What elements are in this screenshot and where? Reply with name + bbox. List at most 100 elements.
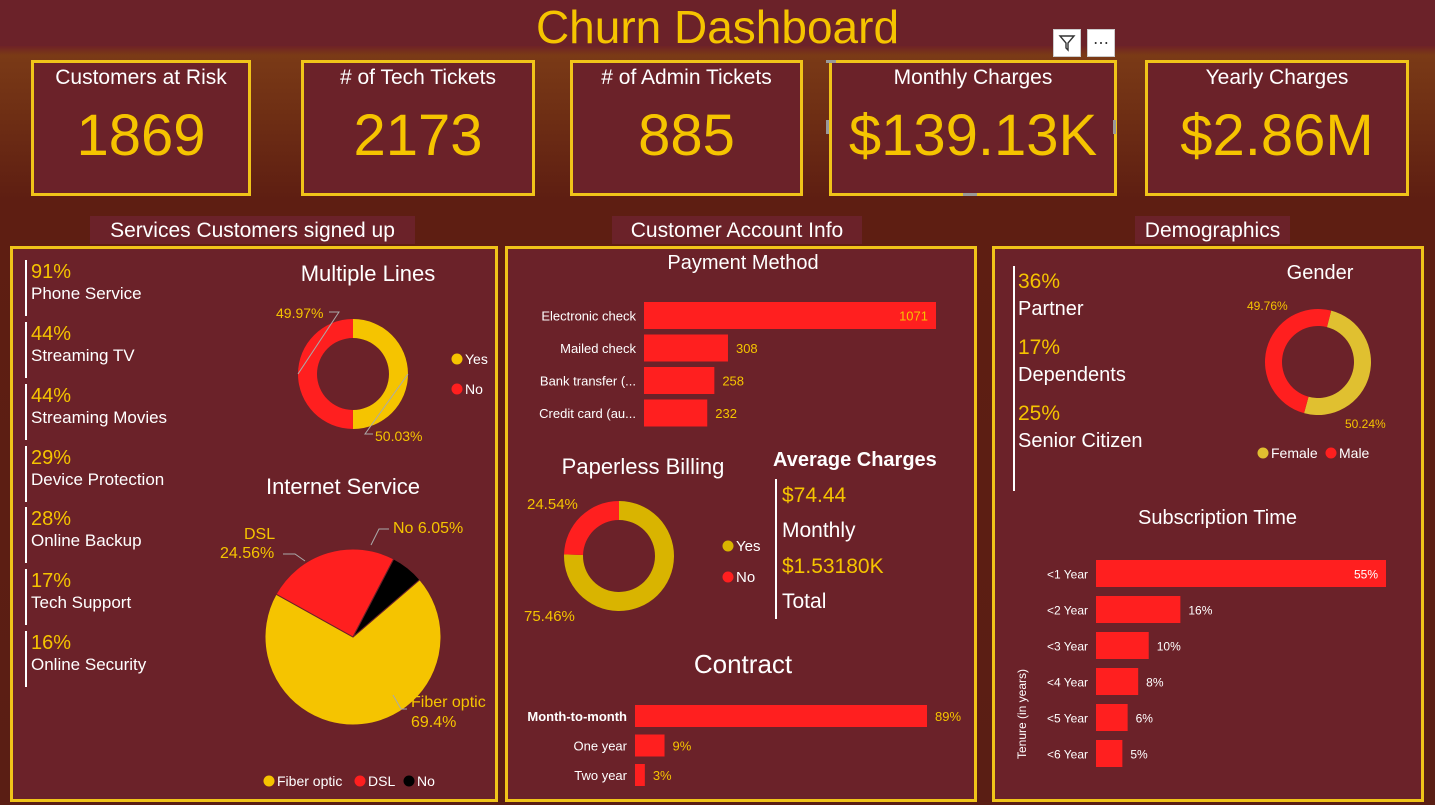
- leader-line: [283, 553, 306, 562]
- data-label: No 6.05%: [393, 520, 463, 537]
- avg-total-label: Total: [782, 590, 827, 613]
- filter-icon[interactable]: [1053, 29, 1081, 57]
- data-label: 3%: [653, 768, 672, 783]
- more-options-icon[interactable]: ⋯: [1087, 29, 1115, 57]
- kpi-label: # of Admin Tickets: [601, 66, 772, 89]
- bar: [635, 764, 645, 786]
- category-label: <2 Year: [1047, 604, 1088, 618]
- average-charges-title: Average Charges: [773, 449, 937, 471]
- bar: [1096, 704, 1128, 731]
- data-label: 1071: [899, 309, 928, 324]
- category-label: <6 Year: [1047, 748, 1088, 762]
- legend-label: Yes: [465, 351, 488, 367]
- gender-chart: 50.24% 49.76% Female Male: [1247, 299, 1386, 461]
- category-label: Bank transfer (...: [540, 374, 636, 389]
- category-label: Two year: [574, 768, 627, 783]
- divider: [775, 479, 777, 619]
- category-label: <1 Year: [1047, 568, 1088, 582]
- chart-title: Gender: [1286, 262, 1354, 284]
- kpi-yearly-charges[interactable]: Yearly Charges $2.86M: [1145, 60, 1409, 196]
- chart-title: Multiple Lines: [300, 261, 436, 286]
- donut-slice: [297, 319, 353, 429]
- data-label: 8%: [1146, 676, 1164, 690]
- service-item: 16% Online Security: [25, 631, 205, 687]
- service-pct: 44%: [31, 323, 72, 345]
- category-label: <5 Year: [1047, 712, 1088, 726]
- legend-marker: [1325, 447, 1337, 459]
- data-label: 89%: [935, 709, 961, 724]
- panel-account: Payment Method Electronic check 1071 Maile…: [505, 246, 977, 802]
- service-pct: 44%: [31, 385, 72, 407]
- demographic-item: 25% Senior Citizen: [1018, 401, 1198, 455]
- bar: [644, 302, 936, 329]
- legend-label: Male: [1339, 445, 1370, 461]
- demographic-name: Senior Citizen: [1018, 430, 1143, 452]
- demographic-pct: 17%: [1018, 336, 1061, 359]
- resize-handle[interactable]: [826, 60, 836, 63]
- avg-total-value: $1.53180K: [782, 555, 884, 578]
- data-label: 50.24%: [1345, 417, 1386, 431]
- data-label: 232: [715, 406, 737, 421]
- axis-title: Tenure (in years): [1015, 669, 1029, 759]
- donut-slice: [1304, 310, 1371, 415]
- kpi-tech-tickets[interactable]: # of Tech Tickets 2173: [301, 60, 535, 196]
- service-name: Online Backup: [31, 531, 142, 550]
- category-label: Month-to-month: [527, 709, 627, 724]
- data-label: 24.54%: [527, 496, 578, 513]
- panel-services: 91% Phone Service 44% Streaming TV 44% S…: [10, 246, 498, 802]
- kpi-customers-at-risk[interactable]: Customers at Risk 1869: [31, 60, 251, 196]
- resize-handle[interactable]: [963, 193, 977, 196]
- contract-chart: Month-to-month 89% One year 9% Two year 3%: [527, 705, 961, 786]
- data-label: 16%: [1188, 604, 1212, 618]
- kpi-label: # of Tech Tickets: [339, 66, 497, 89]
- kpi-value: 1869: [76, 103, 206, 168]
- service-name: Phone Service: [31, 284, 142, 303]
- demographic-item: 17% Dependents: [1018, 335, 1198, 389]
- paperless-billing-chart: 75.46% 24.54% Yes No: [524, 496, 760, 625]
- legend-label: No: [465, 381, 483, 397]
- kpi-value: 2173: [353, 103, 483, 168]
- section-title-services: Services Customers signed up: [90, 216, 415, 244]
- bar: [1096, 740, 1123, 767]
- demographic-item: 36% Partner: [1018, 269, 1198, 323]
- data-label: 49.97%: [276, 305, 323, 321]
- service-item: 91% Phone Service: [25, 260, 205, 316]
- service-name: Streaming TV: [31, 346, 135, 365]
- service-item: 44% Streaming TV: [25, 322, 205, 378]
- data-label: 5%: [1130, 748, 1148, 762]
- chart-title: Subscription Time: [1138, 507, 1297, 529]
- demographic-name: Partner: [1018, 298, 1084, 320]
- service-name: Device Protection: [31, 470, 165, 489]
- service-pct: 29%: [31, 447, 72, 469]
- data-label: 75.46%: [524, 608, 575, 625]
- resize-handle[interactable]: [826, 120, 829, 134]
- section-title-demographics: Demographics: [1135, 216, 1290, 244]
- demographic-pct: 25%: [1018, 402, 1061, 425]
- avg-monthly-value: $74.44: [782, 484, 847, 507]
- section-title-account: Customer Account Info: [612, 216, 862, 244]
- resize-handle[interactable]: [1113, 120, 1116, 134]
- data-label: 10%: [1157, 640, 1181, 654]
- bar: [1096, 596, 1181, 623]
- data-label: 50.03%: [375, 428, 422, 444]
- category-label: Mailed check: [560, 341, 636, 356]
- page-title: Churn Dashboard: [535, 1, 900, 53]
- kpi-monthly-charges[interactable]: Monthly Charges $139.13K: [829, 60, 1117, 196]
- category-label: One year: [574, 739, 628, 754]
- legend-marker: [451, 353, 463, 365]
- chart-title: Payment Method: [667, 252, 819, 274]
- service-name: Streaming Movies: [31, 408, 168, 427]
- kpi-value: 885: [638, 103, 735, 168]
- category-label: Electronic check: [541, 309, 636, 324]
- chart-title: Contract: [693, 649, 793, 679]
- legend-label: No: [736, 569, 755, 586]
- kpi-admin-tickets[interactable]: # of Admin Tickets 885: [570, 60, 803, 196]
- category-label: <4 Year: [1047, 676, 1088, 690]
- data-label: 24.56%: [220, 545, 274, 562]
- data-label: Fiber optic: [411, 694, 486, 711]
- data-label: DSL: [244, 526, 275, 543]
- kpi-label: Monthly Charges: [893, 66, 1053, 89]
- data-label: 258: [722, 374, 744, 389]
- demographic-pct: 36%: [1018, 270, 1061, 293]
- leader-line: [370, 528, 389, 546]
